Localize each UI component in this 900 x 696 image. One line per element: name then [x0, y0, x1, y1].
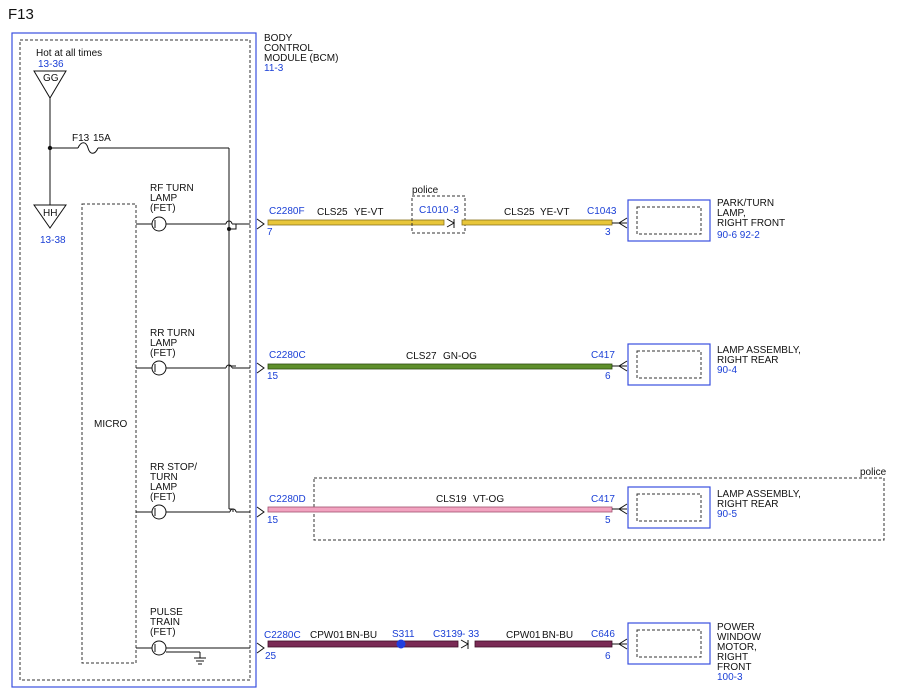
svg-text:(FET): (FET) — [150, 348, 176, 359]
circuit-power-window: C2280C 25 CPW01 BN-BU S311 C3139 - 33 CP… — [256, 622, 761, 683]
circuit-rf-turn: C2280F 7 CLS25 YE-VT police C1010 -3 CLS… — [256, 185, 785, 242]
svg-text:15: 15 — [267, 515, 279, 526]
bcm-module-box — [11, 32, 257, 688]
svg-text:CLS19: CLS19 — [436, 494, 467, 505]
end-connector-label[interactable]: C417 — [591, 350, 615, 361]
svg-text:CPW01: CPW01 — [506, 630, 541, 641]
device-box — [627, 486, 711, 529]
wire-segment — [267, 506, 613, 513]
svg-text:5: 5 — [605, 515, 611, 526]
inline-arrow-icon — [460, 639, 470, 649]
svg-text:CPW01: CPW01 — [310, 630, 345, 641]
connector-label[interactable]: C2280D — [269, 494, 306, 505]
option-note: police — [860, 467, 887, 478]
circuit-rr-stop-turn: police C2280D 15 CLS19 VT-OG C417 5 LAMP… — [256, 467, 887, 541]
device-refs[interactable]: 90-5 — [717, 509, 737, 520]
svg-text:GN-OG: GN-OG — [443, 351, 477, 362]
device-box — [627, 343, 711, 386]
svg-text:RIGHT FRONT: RIGHT FRONT — [717, 218, 785, 229]
connector-label[interactable]: C2280F — [269, 206, 305, 217]
bcm-label: BODY CONTROL MODULE (BCM) 11-3 — [264, 33, 338, 74]
connector-arrow-icon — [256, 362, 265, 374]
svg-text:3: 3 — [605, 227, 611, 238]
wire-segment — [267, 219, 445, 226]
device-refs[interactable]: 90-6 92-2 — [717, 230, 760, 241]
svg-text:(FET): (FET) — [150, 492, 176, 503]
hh-ref[interactable]: 13-38 — [40, 235, 66, 246]
end-connector-label[interactable]: C1043 — [587, 206, 617, 217]
wire-segment — [474, 640, 613, 648]
micro-block — [81, 203, 137, 664]
fet-icon — [151, 504, 167, 520]
svg-text:CLS25: CLS25 — [317, 207, 348, 218]
fuse-rating: 15A — [93, 133, 111, 144]
wiring-diagram: F13 BODY CONTROL MODULE (BCM) 11-3 Hot a… — [8, 6, 887, 688]
wire-segment — [461, 219, 613, 226]
inline-arrow-icon — [446, 218, 456, 228]
svg-text:YE-VT: YE-VT — [354, 207, 383, 218]
connector-label[interactable]: C2280C — [264, 630, 301, 641]
svg-text:-3: -3 — [450, 205, 459, 216]
svg-text:BN-BU: BN-BU — [542, 630, 573, 641]
output-rf-turn: RF TURN LAMP (FET) — [136, 183, 250, 232]
svg-text:- 33: - 33 — [462, 629, 480, 640]
circuit-rr-turn: C2280C 15 CLS27 GN-OG C417 6 LAMP ASSEMB… — [256, 343, 801, 386]
pin-label: 7 — [267, 227, 273, 238]
device-refs[interactable]: 100-3 — [717, 672, 743, 683]
bcm-ref: 11-3 — [264, 63, 284, 74]
connector-arrow-icon — [256, 642, 265, 654]
inline-connector-label[interactable]: C3139 — [433, 629, 463, 640]
option-note: police — [412, 185, 439, 196]
end-connector-label[interactable]: C417 — [591, 494, 615, 505]
splice-icon — [396, 639, 406, 649]
connector-arrow-icon — [256, 218, 265, 230]
fet-icon — [151, 360, 167, 376]
bcm-inner-boundary — [19, 39, 251, 681]
svg-text:CLS25: CLS25 — [504, 207, 535, 218]
fet-icon — [151, 216, 167, 232]
svg-text:(FET): (FET) — [150, 627, 176, 638]
device-refs[interactable]: 90-4 — [717, 365, 737, 376]
svg-text:YE-VT: YE-VT — [540, 207, 569, 218]
device-box — [627, 199, 711, 242]
wire-segment — [267, 363, 613, 370]
connector-arrow-icon — [256, 506, 265, 518]
page-title: F13 — [8, 6, 34, 23]
micro-label: MICRO — [94, 419, 128, 430]
device-box — [627, 622, 711, 665]
fuse-name: F13 — [72, 133, 90, 144]
output-pulse-train: PULSE TRAIN (FET) — [136, 607, 250, 665]
svg-text:15: 15 — [267, 371, 279, 382]
inline-connector-label[interactable]: C1010 — [419, 205, 449, 216]
svg-text:6: 6 — [605, 371, 611, 382]
hot-at-all-times-label: Hot at all times — [36, 48, 102, 59]
splice-label[interactable]: S311 — [392, 629, 415, 640]
svg-text:BN-BU: BN-BU — [346, 630, 377, 641]
svg-text:6: 6 — [605, 651, 611, 662]
svg-text:25: 25 — [265, 651, 277, 662]
wire-segment — [267, 640, 459, 648]
svg-text:(FET): (FET) — [150, 203, 176, 214]
fet-icon — [151, 640, 167, 656]
output-rr-stop-turn: RR STOP/ TURN LAMP (FET) — [136, 462, 250, 520]
fuse-icon — [77, 142, 99, 154]
hh-label: HH — [43, 208, 57, 219]
gg-label: GG — [43, 73, 59, 84]
end-connector-label[interactable]: C646 — [591, 629, 615, 640]
ground-icon — [194, 657, 206, 665]
gg-ref[interactable]: 13-36 — [38, 59, 64, 70]
svg-text:CLS27: CLS27 — [406, 351, 437, 362]
output-rr-turn: RR TURN LAMP (FET) — [136, 328, 250, 376]
connector-label[interactable]: C2280C — [269, 350, 306, 361]
svg-text:VT-OG: VT-OG — [473, 494, 504, 505]
